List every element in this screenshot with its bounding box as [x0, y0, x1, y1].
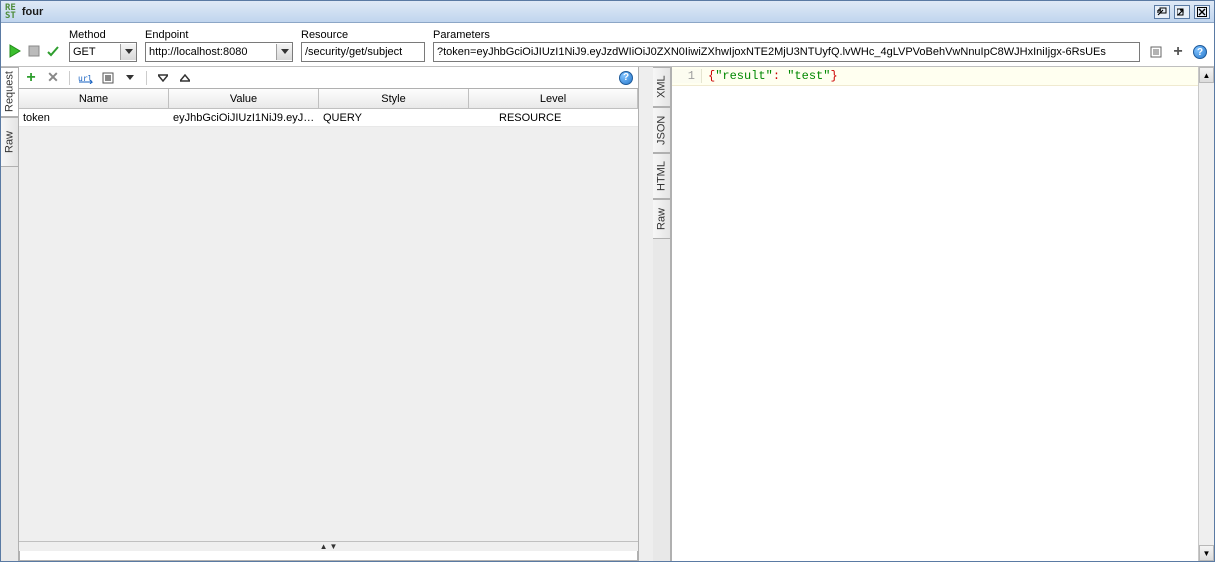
table-header: Name Value Style Level: [19, 89, 638, 109]
minimize-button[interactable]: [1154, 5, 1170, 19]
sort-up-icon[interactable]: [177, 70, 193, 86]
request-bottom-pane: [19, 551, 638, 561]
maximize-button[interactable]: [1174, 5, 1190, 19]
json-value: "test": [787, 69, 830, 83]
chevron-down-icon: [276, 44, 292, 60]
add-param-button[interactable]: +: [23, 70, 39, 86]
chevron-down-icon: [120, 44, 136, 60]
splitter-down-icon: ▼: [330, 542, 338, 551]
separator: [69, 71, 70, 85]
response-scrollbar[interactable]: ▲ ▼: [1198, 67, 1214, 561]
table-empty-area: [19, 127, 638, 541]
help-icon: ?: [1193, 45, 1207, 59]
tab-raw-request[interactable]: Raw: [1, 117, 18, 167]
response-content: 1 {"result": "test"}: [671, 67, 1198, 561]
options-button[interactable]: [100, 70, 116, 86]
attach-button[interactable]: [1148, 44, 1164, 60]
tab-raw-response[interactable]: Raw: [653, 199, 670, 239]
tab-json[interactable]: JSON: [653, 107, 670, 153]
response-json[interactable]: {"result": "test"}: [702, 69, 838, 83]
endpoint-field: Endpoint http://localhost:8080: [145, 29, 293, 62]
scroll-down-icon[interactable]: ▼: [1199, 545, 1214, 561]
add-button[interactable]: +: [1170, 44, 1186, 60]
sort-down-icon[interactable]: [155, 70, 171, 86]
address-bar: Method GET Endpoint http://localhost:808…: [1, 23, 1214, 67]
encode-button[interactable]: url: [78, 70, 94, 86]
response-line: 1 {"result": "test"}: [672, 67, 1198, 86]
help-button[interactable]: ?: [1192, 44, 1208, 60]
request-panel: + ✕ url: [19, 67, 639, 561]
request-toolbar: + ✕ url: [19, 67, 638, 89]
parameters-label: Parameters: [433, 29, 1140, 41]
col-style[interactable]: Style: [319, 89, 469, 108]
json-key: "result": [715, 69, 773, 83]
vertical-splitter[interactable]: [639, 67, 653, 561]
window-buttons: [1154, 5, 1210, 19]
parameters-input[interactable]: [433, 42, 1140, 62]
options-dropdown-icon[interactable]: [122, 70, 138, 86]
rest-icon: RE ST: [5, 4, 16, 20]
col-value[interactable]: Value: [169, 89, 319, 108]
resource-field: Resource: [301, 29, 425, 62]
apply-button[interactable]: [45, 43, 61, 59]
parameters-field: Parameters: [433, 29, 1140, 62]
rest-icon-bot: ST: [5, 12, 16, 20]
separator: [146, 71, 147, 85]
rest-request-window: RE ST four: [0, 0, 1215, 562]
run-button[interactable]: [7, 43, 23, 59]
scroll-up-icon[interactable]: ▲: [1199, 67, 1214, 83]
table-row[interactable]: token eyJhbGciOiJIUzI1NiJ9.eyJz... QUERY…: [19, 109, 638, 127]
response-panel: XML JSON HTML Raw 1 {"result": "test"} ▲…: [653, 67, 1214, 561]
resource-input[interactable]: [301, 42, 425, 62]
request-side-tabs: Request Raw: [1, 67, 19, 561]
cell-level: RESOURCE: [469, 112, 638, 124]
endpoint-select[interactable]: http://localhost:8080: [145, 42, 293, 62]
col-level[interactable]: Level: [469, 89, 638, 108]
method-field: Method GET: [69, 29, 137, 62]
splitter-up-icon: ▲: [320, 542, 328, 551]
tab-request[interactable]: Request: [1, 67, 18, 117]
endpoint-value: http://localhost:8080: [149, 46, 273, 58]
col-name[interactable]: Name: [19, 89, 169, 108]
remove-param-button[interactable]: ✕: [45, 70, 61, 86]
method-select[interactable]: GET: [69, 42, 137, 62]
method-value: GET: [73, 46, 117, 58]
cell-value: eyJhbGciOiJIUzI1NiJ9.eyJz...: [169, 112, 319, 124]
cell-name: token: [19, 112, 169, 124]
help-icon: ?: [619, 71, 633, 85]
close-button[interactable]: [1194, 5, 1210, 19]
tab-html[interactable]: HTML: [653, 153, 670, 199]
panel-help-button[interactable]: ?: [618, 70, 634, 86]
scroll-track[interactable]: [1199, 83, 1214, 545]
window-title: four: [22, 6, 1154, 18]
endpoint-label: Endpoint: [145, 29, 293, 41]
title-bar: RE ST four: [1, 1, 1214, 23]
resource-label: Resource: [301, 29, 425, 41]
cell-style: QUERY: [319, 112, 469, 124]
address-tools: + ?: [1148, 44, 1208, 62]
params-table: Name Value Style Level token eyJhbGciOiJ…: [19, 89, 638, 127]
line-number: 1: [672, 69, 702, 83]
stop-button[interactable]: [26, 43, 42, 59]
response-side-tabs: XML JSON HTML Raw: [653, 67, 671, 561]
method-label: Method: [69, 29, 137, 41]
tab-xml[interactable]: XML: [653, 67, 670, 107]
horizontal-splitter[interactable]: ▲ ▼: [19, 541, 638, 551]
main-area: Request Raw + ✕ url: [1, 67, 1214, 561]
run-buttons: [7, 43, 61, 62]
